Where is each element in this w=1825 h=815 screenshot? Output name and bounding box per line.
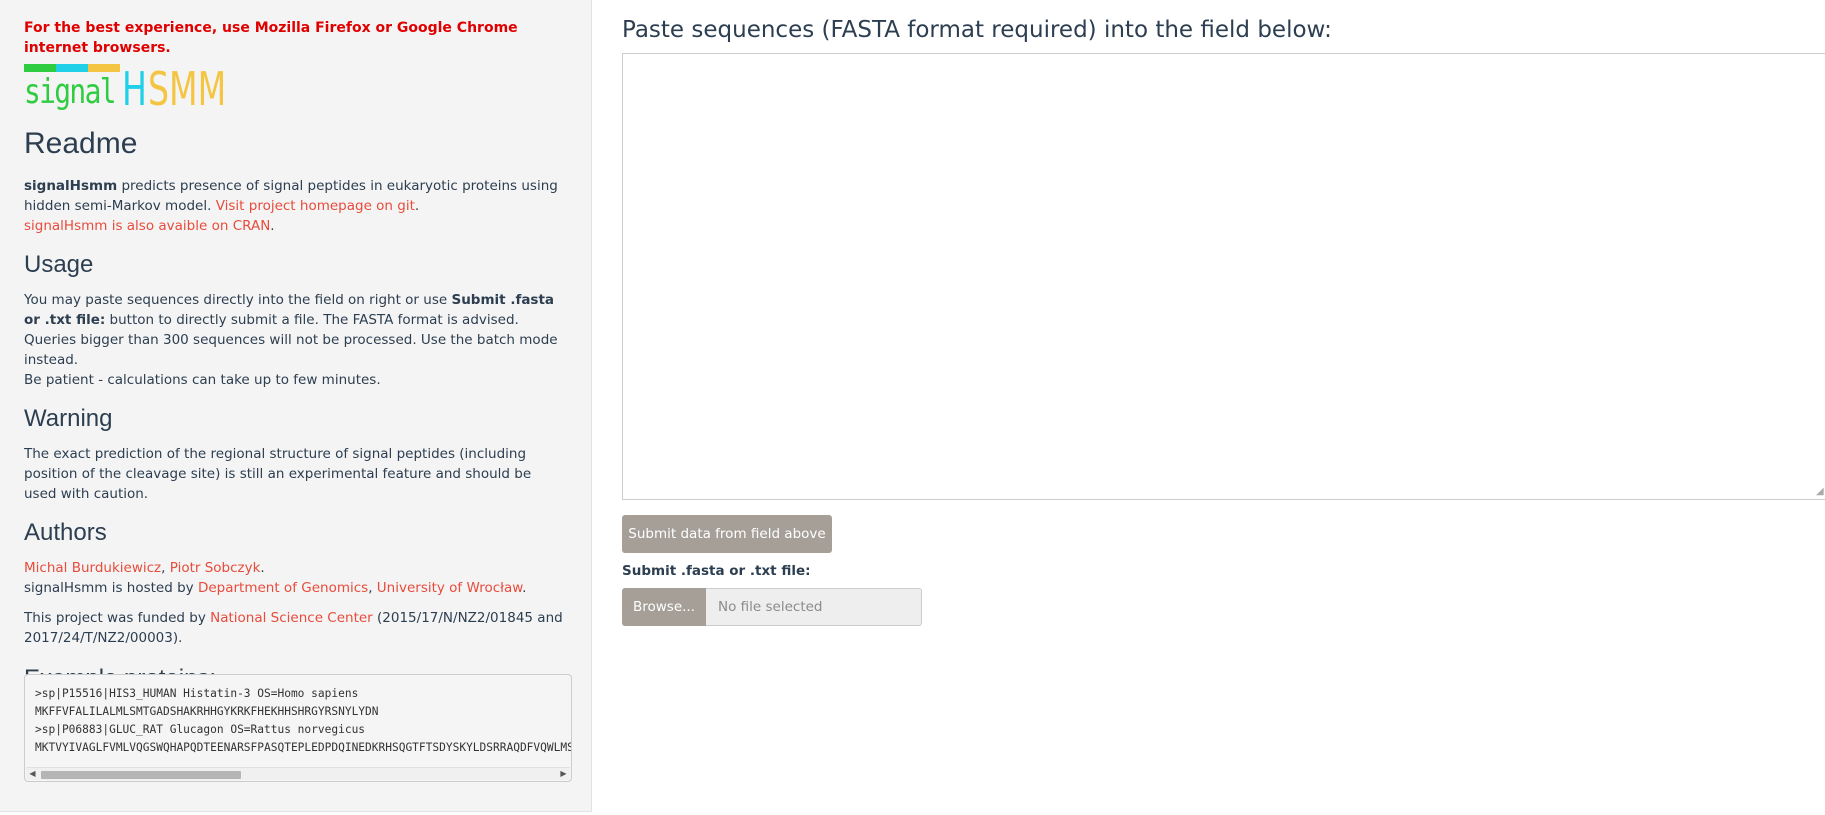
file-upload-group[interactable]: Browse... No file selected: [622, 588, 922, 626]
logo-color-bars: [24, 64, 120, 72]
scroll-left-icon[interactable]: ◀: [26, 768, 39, 780]
author-burdukiewicz-link[interactable]: Michal Burdukiewicz: [24, 560, 161, 576]
signalhsmm-logo: signal H SMM: [24, 62, 234, 116]
hosted-period: .: [522, 580, 527, 596]
funder-link[interactable]: National Science Center: [210, 610, 373, 626]
readme-heading: Readme: [24, 127, 138, 160]
sequence-input[interactable]: [622, 53, 1825, 500]
authors-text: Michal Burdukiewicz, Piotr Sobczyk. signa…: [24, 558, 567, 598]
logo-word-smm: SMM: [148, 62, 227, 116]
git-homepage-link[interactable]: Visit project homepage on git: [216, 198, 415, 214]
usage-line3: Be patient - calculations can take up to…: [24, 372, 381, 388]
funding-prefix: This project was funded by: [24, 610, 211, 626]
app-name: signalHsmm: [24, 178, 118, 194]
authors-period: .: [260, 560, 265, 576]
example-line-2: MKFFVFALILALMLSMTGADSHAKRHHGYKRKFHEKHHSH…: [35, 705, 379, 718]
logo-word-h: H: [122, 62, 147, 116]
file-name-display[interactable]: No file selected: [706, 588, 922, 626]
example-proteins-box[interactable]: >sp|P15516|HIS3_HUMAN Histatin-3 OS=Homo…: [24, 674, 572, 782]
example-line-3: >sp|P06883|GLUC_RAT Glucagon OS=Rattus n…: [35, 723, 366, 736]
usage-heading: Usage: [24, 251, 94, 278]
browse-button[interactable]: Browse...: [622, 588, 706, 626]
readme-period-2: .: [270, 218, 275, 234]
example-line-1: >sp|P15516|HIS3_HUMAN Histatin-3 OS=Homo…: [35, 687, 359, 700]
scroll-right-icon[interactable]: ▶: [557, 768, 570, 780]
usage-line1-b: button to directly submit a file. The FA…: [105, 312, 519, 328]
horizontal-scrollbar[interactable]: ◀ ▶: [26, 767, 570, 780]
authors-heading: Authors: [24, 519, 107, 546]
usage-text: You may paste sequences directly into th…: [24, 290, 567, 390]
hosted-text: signalHsmm is hosted by: [24, 580, 198, 596]
usage-line1-a: You may paste sequences directly into th…: [24, 292, 452, 308]
example-line-4: MKTVYIVAGLFVMLVQGSWQHAPQDTEENARSFPASQTEP…: [35, 741, 572, 754]
resize-grip-icon[interactable]: ◢: [1816, 487, 1825, 497]
warning-text: The exact prediction of the regional str…: [24, 446, 532, 502]
university-link[interactable]: University of Wrocław: [377, 580, 522, 596]
readme-text: signalHsmm predicts presence of signal p…: [24, 176, 567, 236]
browser-warning: For the best experience, use Mozilla Fir…: [24, 20, 518, 56]
file-upload-label: Submit .fasta or .txt file:: [622, 563, 811, 579]
example-proteins-text[interactable]: >sp|P15516|HIS3_HUMAN Histatin-3 OS=Homo…: [25, 675, 571, 757]
author-sobczyk-link[interactable]: Piotr Sobczyk: [170, 560, 261, 576]
main-panel: Paste sequences (FASTA format required) …: [622, 0, 1825, 815]
warning-heading: Warning: [24, 405, 113, 432]
submit-field-button[interactable]: Submit data from field above: [622, 515, 832, 553]
paste-heading: Paste sequences (FASTA format required) …: [622, 17, 1332, 43]
hosted-sep: ,: [368, 580, 377, 596]
cran-link[interactable]: signalHsmm is also avaible on CRAN: [24, 218, 270, 234]
scrollbar-thumb[interactable]: [41, 771, 241, 779]
usage-line2: Queries bigger than 300 sequences will n…: [24, 332, 558, 368]
department-link[interactable]: Department of Genomics: [198, 580, 368, 596]
readme-period: .: [414, 198, 420, 214]
funding-text: This project was funded by National Scie…: [24, 608, 567, 648]
logo-word-signal: signal: [24, 72, 117, 112]
authors-sep: ,: [161, 560, 170, 576]
